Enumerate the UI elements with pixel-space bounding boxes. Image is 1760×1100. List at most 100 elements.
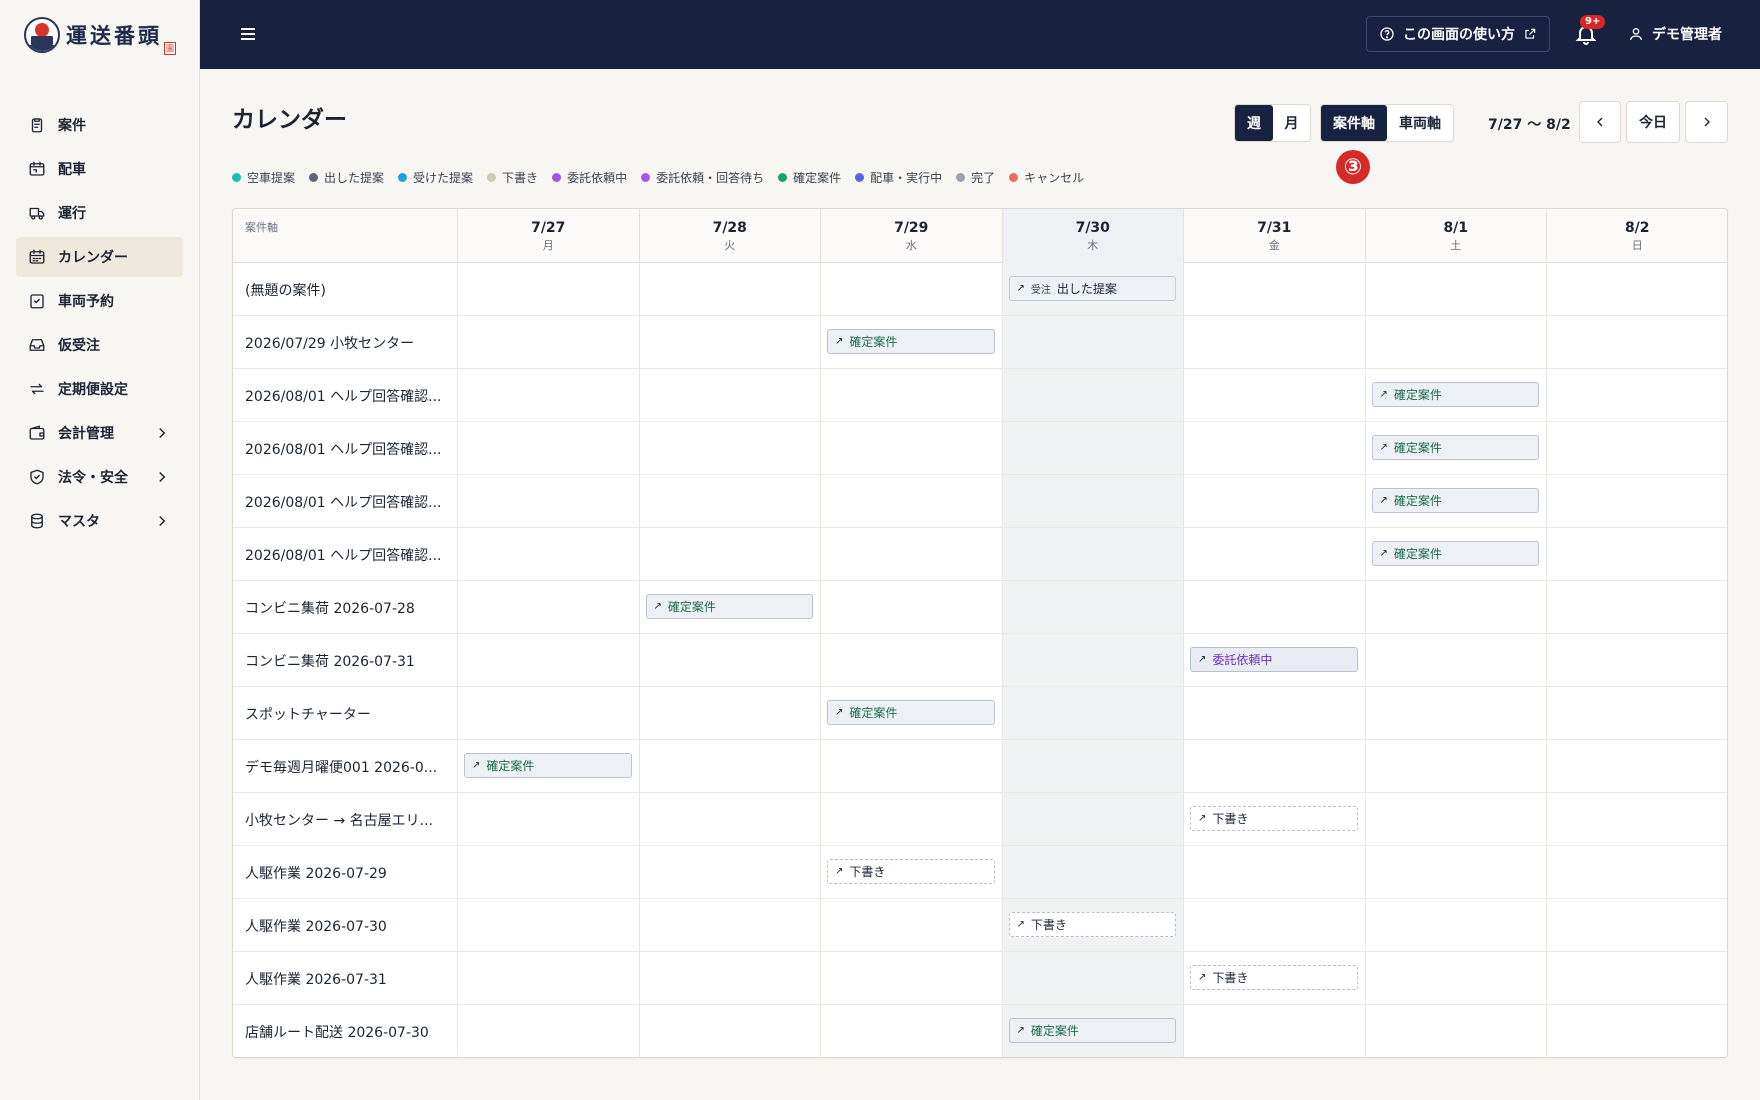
day-date: 7/30 — [1075, 220, 1110, 236]
arrow-up-right-icon: ↗ — [472, 760, 481, 771]
case-name[interactable]: 小牧センター → 名古屋エリ... — [245, 793, 445, 846]
day-weekday: 土 — [1450, 239, 1462, 252]
case-name[interactable]: 人駆作業 2026-07-31 — [245, 952, 445, 1005]
event-chip[interactable]: ↗ 確定案件 — [645, 594, 813, 619]
sidebar-item-2[interactable]: 運行 — [16, 193, 183, 233]
view-month-button[interactable]: 月 — [1273, 105, 1310, 141]
legend-dot — [398, 173, 408, 182]
event-chip[interactable]: ↗ 下書き — [1008, 912, 1176, 937]
event-chip[interactable]: ↗ 確定案件 — [1371, 488, 1539, 513]
user-icon — [1630, 28, 1642, 41]
sidebar-item-label: 車両予約 — [58, 294, 114, 310]
event-status: 確定案件 — [849, 335, 898, 349]
event-chip[interactable]: ↗ 受注 出した提案 — [1008, 276, 1176, 301]
case-name[interactable]: 2026/08/01 ヘルプ回答確認... — [245, 369, 445, 422]
sidebar-item-8[interactable]: 法令・安全 — [16, 457, 183, 497]
grid-axis-label: 案件軸 — [245, 221, 278, 234]
sidebar-item-1[interactable]: 配車 — [16, 149, 183, 189]
legend-dot — [309, 173, 319, 182]
today-button[interactable]: 今日 — [1626, 101, 1680, 143]
event-chip[interactable]: ↗ 確定案件 — [1008, 1018, 1176, 1043]
case-name[interactable]: 2026/08/01 ヘルプ回答確認... — [245, 422, 445, 475]
legend-label: 下書き — [502, 171, 539, 185]
arrow-up-right-icon: ↗ — [1379, 442, 1388, 453]
day-date: 8/2 — [1624, 220, 1650, 236]
legend-label: 配車・実行中 — [870, 171, 943, 185]
legend-label: 委託依頼・回答待ち — [656, 171, 765, 185]
day-date: 7/27 — [531, 220, 566, 236]
event-chip[interactable]: ↗ 確定案件 — [1371, 382, 1539, 407]
chevron-right-icon — [1704, 117, 1710, 127]
case-name[interactable]: コンビニ集荷 2026-07-31 — [245, 634, 445, 687]
sidebar-item-3[interactable]: カレンダー — [16, 237, 183, 277]
table-row: 店舗ルート配送 2026-07-30 ↗ 確定案件 — [233, 1005, 1727, 1057]
sidebar-item-0[interactable]: 案件 — [16, 105, 183, 145]
legend-label: 出した提案 — [324, 171, 385, 185]
legend-item: 出した提案 — [309, 169, 384, 186]
sidebar-item-9[interactable]: マスタ — [16, 501, 183, 541]
case-name[interactable]: (無題の案件) — [245, 263, 445, 316]
case-name[interactable]: 人駆作業 2026-07-30 — [245, 899, 445, 952]
page-title: カレンダー — [232, 107, 347, 133]
wallet-icon — [28, 424, 46, 442]
event-status: 下書き — [1212, 812, 1249, 826]
legend-dot — [956, 173, 966, 182]
legend-dot — [487, 173, 497, 182]
case-name[interactable]: 2026/07/29 小牧センター — [245, 316, 445, 369]
event-chip[interactable]: ↗ 確定案件 — [827, 700, 995, 725]
event-chip[interactable]: ↗ 下書き — [1190, 965, 1358, 990]
table-row: 2026/08/01 ヘルプ回答確認... ↗ 確定案件 — [233, 369, 1727, 422]
legend-label: 完了 — [971, 171, 996, 185]
event-status: 確定案件 — [486, 759, 535, 773]
clipboard-icon — [28, 116, 46, 134]
calendar-icon — [28, 248, 46, 266]
event-chip[interactable]: ↗ 確定案件 — [1371, 541, 1539, 566]
help-button[interactable]: この画面の使い方 — [1366, 16, 1550, 52]
table-row: 人駆作業 2026-07-29 ↗ 下書き — [233, 846, 1727, 899]
case-name[interactable]: 2026/08/01 ヘルプ回答確認... — [245, 528, 445, 581]
event-chip[interactable]: ↗ 下書き — [1190, 806, 1358, 831]
event-chip[interactable]: ↗ 確定案件 — [464, 753, 632, 778]
next-week-button[interactable] — [1685, 101, 1728, 143]
event-chip[interactable]: ↗ 確定案件 — [1371, 435, 1539, 460]
legend-dot — [855, 173, 865, 182]
axis-case-button[interactable]: 案件軸 — [1321, 105, 1387, 141]
arrow-up-right-icon: ↗ — [1379, 548, 1388, 559]
date-range-label: 7/27 〜 8/2 — [1488, 117, 1571, 133]
help-circle-icon — [1380, 27, 1394, 41]
event-status: 下書き — [1030, 918, 1067, 932]
event-chip[interactable]: ↗ 確定案件 — [827, 329, 995, 354]
day-header: 8/2 日 — [1546, 209, 1727, 263]
menu-icon[interactable] — [236, 22, 260, 46]
brand-logo[interactable]: 運送番頭 圖 — [0, 0, 199, 69]
case-name[interactable]: スポットチャーター — [245, 687, 445, 740]
sidebar-item-4[interactable]: 車両予約 — [16, 281, 183, 321]
arrow-up-right-icon: ↗ — [1379, 495, 1388, 506]
view-week-button[interactable]: 週 — [1235, 105, 1273, 141]
legend-label: 確定案件 — [793, 171, 842, 185]
user-menu[interactable]: デモ管理者 — [1628, 22, 1722, 46]
day-weekday: 火 — [724, 239, 736, 252]
case-name[interactable]: 店舗ルート配送 2026-07-30 — [245, 1005, 445, 1057]
case-name[interactable]: 2026/08/01 ヘルプ回答確認... — [245, 475, 445, 528]
legend-item: 空車提案 — [232, 169, 295, 186]
axis-vehicle-button[interactable]: 車両軸 — [1387, 105, 1453, 141]
sidebar-item-5[interactable]: 仮受注 — [16, 325, 183, 365]
event-chip[interactable]: ↗ 下書き — [827, 859, 995, 884]
day-weekday: 金 — [1268, 239, 1280, 252]
arrow-up-right-icon: ↗ — [835, 707, 844, 718]
case-name[interactable]: コンビニ集荷 2026-07-28 — [245, 581, 445, 634]
arrow-up-right-icon: ↗ — [1016, 283, 1025, 294]
prev-week-button[interactable] — [1579, 101, 1621, 143]
case-name[interactable]: デモ毎週月曜便001 2026-0... — [245, 740, 445, 793]
case-name[interactable]: 人駆作業 2026-07-29 — [245, 846, 445, 899]
arrow-up-right-icon: ↗ — [1016, 919, 1025, 930]
sidebar-item-7[interactable]: 会計管理 — [16, 413, 183, 453]
sidebar-item-6[interactable]: 定期便設定 — [16, 369, 183, 409]
arrow-up-right-icon: ↗ — [1379, 389, 1388, 400]
arrow-up-right-icon: ↗ — [1016, 1025, 1025, 1036]
repeat-icon — [28, 380, 46, 398]
event-chip[interactable]: ↗ 委託依頼中 — [1190, 647, 1358, 672]
truck-icon — [28, 204, 46, 222]
day-weekday: 日 — [1631, 239, 1643, 252]
